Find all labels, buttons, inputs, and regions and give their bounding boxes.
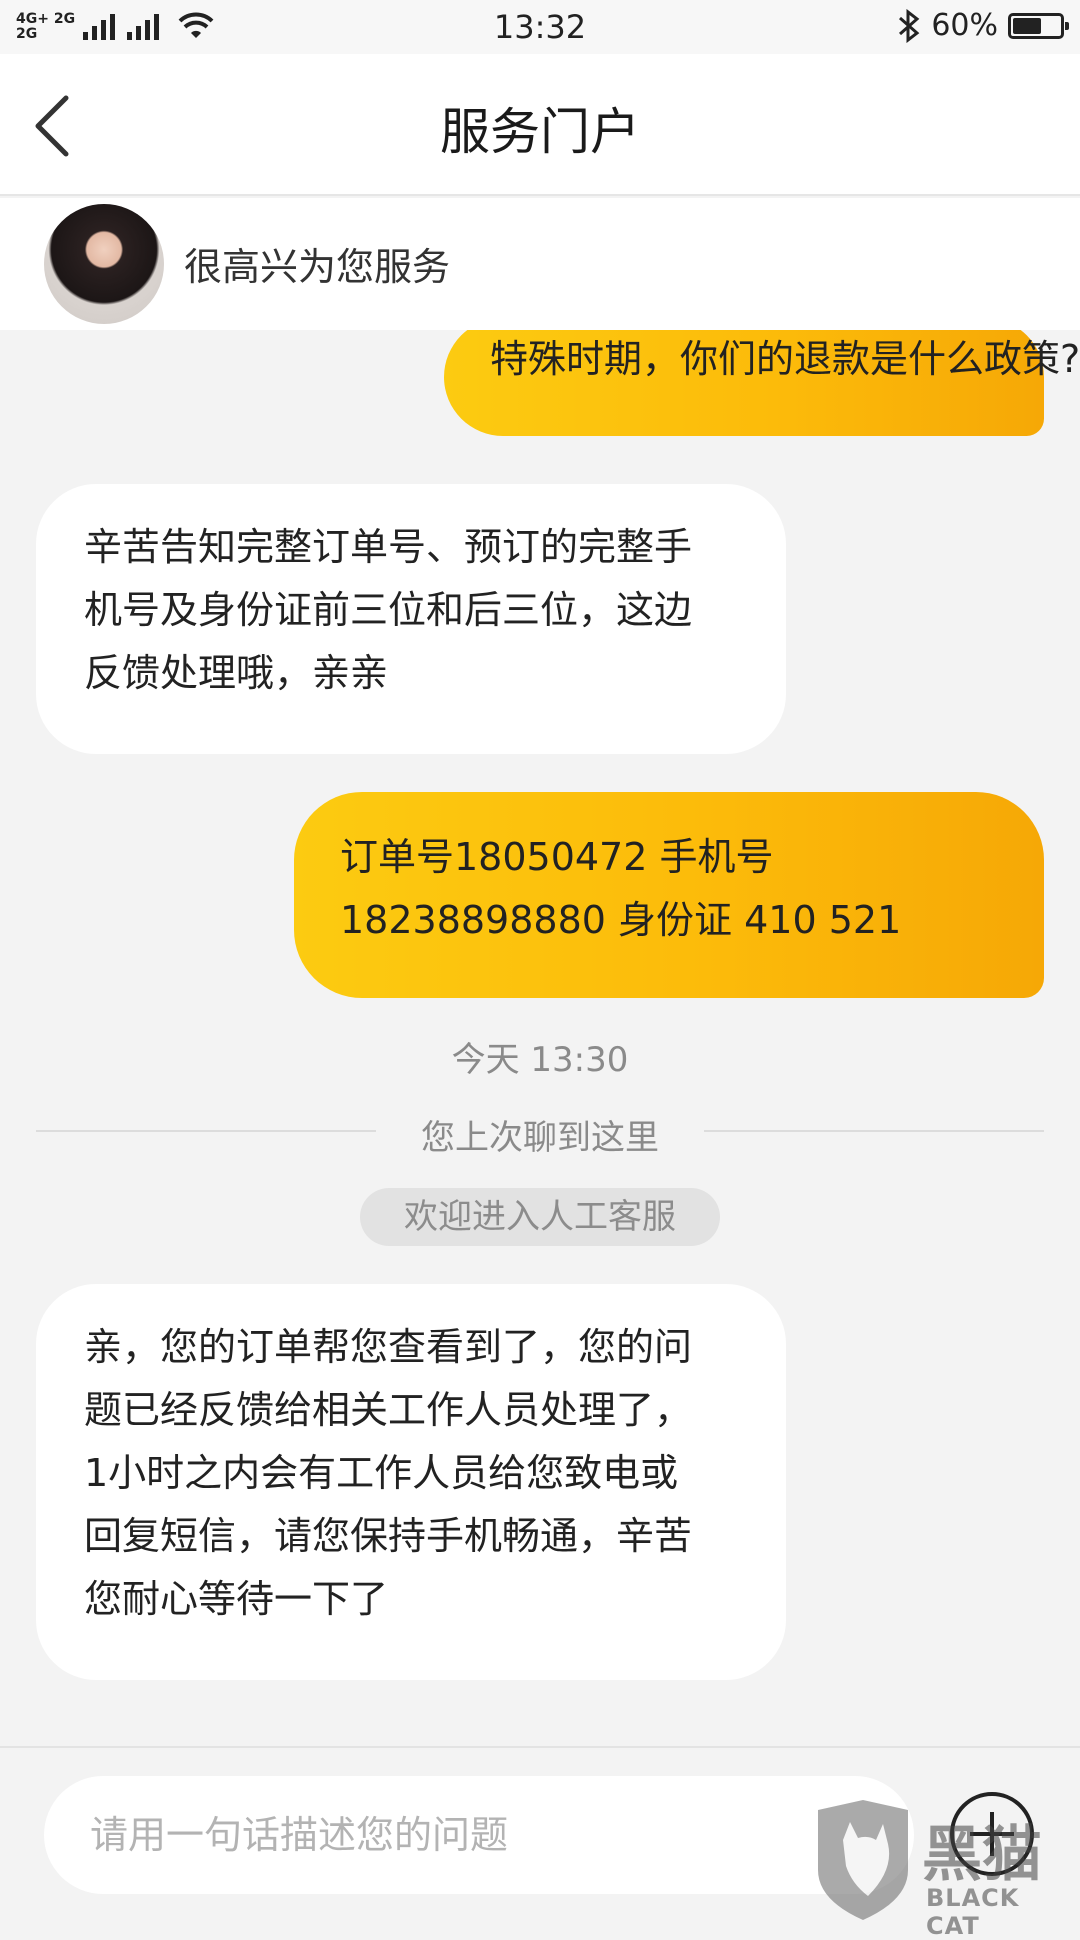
page-title: 服务门户 <box>440 103 640 161</box>
message-line: 辛苦告知完整订单号、预订的完整手 <box>84 525 693 569</box>
message-line: 特殊时期，你们的退款是什么政策? <box>490 337 1080 381</box>
message-timestamp: 今天 13:30 <box>451 1040 629 1080</box>
status-bar: 4G+ 2G 2G 13:32 60% <box>0 0 1080 54</box>
message-line: 亲，您的订单帮您查看到了，您的问 <box>84 1325 693 1369</box>
message-line: 18238898880 身份证 410 521 <box>340 898 902 942</box>
watermark-text: 黑猫 <box>922 1820 1042 1890</box>
navigation-bar: 服务门户 <box>0 54 1080 196</box>
incoming-message-bubble[interactable]: 辛苦告知完整订单号、预订的完整手 机号及身份证前三位和后三位，这边 反馈处理哦，… <box>36 484 786 754</box>
message-input[interactable]: 请用一句话描述您的问题 <box>44 1776 914 1894</box>
divider-label: 您上次聊到这里 <box>421 1118 659 1158</box>
battery-level-fill <box>1013 17 1041 34</box>
agent-header: 很高兴为您服务 <box>0 198 1080 330</box>
cat-shield-logo-icon <box>818 1800 908 1920</box>
message-line: 机号及身份证前三位和后三位，这边 <box>84 588 693 632</box>
last-chat-divider: 您上次聊到这里 <box>36 1110 1044 1158</box>
bluetooth-icon <box>899 8 920 43</box>
agent-avatar[interactable] <box>44 204 164 324</box>
incoming-message-bubble[interactable]: 亲，您的订单帮您查看到了，您的问 题已经反馈给相关工作人员处理了， 1小时之内会… <box>36 1284 786 1680</box>
message-line: 1小时之内会有工作人员给您致电或 <box>84 1451 679 1495</box>
message-line: 订单号18050472 手机号 <box>340 835 774 879</box>
chat-message-list[interactable]: 特殊时期，你们的退款是什么政策? 辛苦告知完整订单号、预订的完整手 机号及身份证… <box>0 330 1080 1746</box>
battery-icon <box>1008 12 1069 39</box>
message-line: 题已经反馈给相关工作人员处理了， <box>84 1388 693 1432</box>
outgoing-message-bubble[interactable]: 特殊时期，你们的退款是什么政策? <box>444 330 1080 436</box>
message-line: 您耐心等待一下了 <box>84 1577 389 1621</box>
system-notice-pill: 欢迎进入人工客服 <box>360 1188 720 1246</box>
message-line: 回复短信，请您保持手机畅通，辛苦 <box>84 1514 693 1558</box>
message-line: 反馈处理哦，亲亲 <box>84 651 389 695</box>
agent-greeting: 很高兴为您服务 <box>184 245 451 289</box>
outgoing-message-bubble[interactable]: 订单号18050472 手机号 18238898880 身份证 410 521 <box>294 792 1044 998</box>
battery-percentage: 60% <box>931 8 998 43</box>
watermark: 黑猫 BLACK CAT <box>808 1800 1080 1940</box>
device-status: 60% <box>897 8 1069 43</box>
watermark-subtext: BLACK CAT <box>926 1884 1020 1940</box>
